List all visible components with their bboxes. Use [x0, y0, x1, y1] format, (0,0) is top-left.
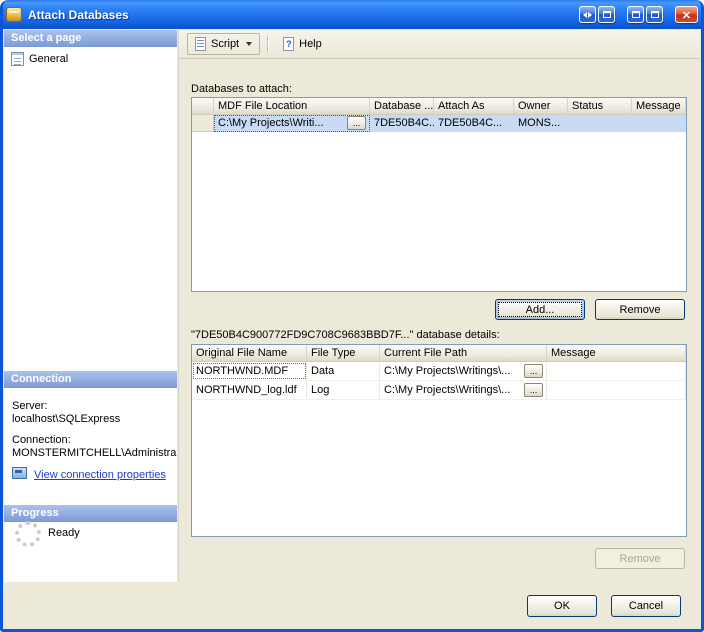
window-title: Attach Databases	[28, 7, 129, 22]
databases-to-attach-label: Databases to attach:	[191, 83, 292, 95]
minimize-icon[interactable]	[627, 6, 644, 23]
table-row[interactable]: NORTHWND_log.ldf Log C:\My Projects\Writ…	[192, 381, 686, 400]
column-header-message: Message	[632, 98, 686, 114]
connection-properties-icon	[12, 467, 27, 479]
column-header-selector	[192, 98, 214, 114]
add-button[interactable]: Add...	[495, 299, 585, 320]
cell-original-file-name[interactable]: NORTHWND_log.ldf	[192, 381, 307, 399]
script-button[interactable]: Script	[187, 33, 261, 55]
connection-header: Connection	[4, 371, 177, 388]
column-header-owner: Owner	[514, 98, 568, 114]
view-connection-properties-link[interactable]: View connection properties	[34, 469, 166, 481]
cell-message	[547, 381, 686, 399]
cell-owner: MONS...	[518, 117, 561, 129]
cell-text: C:\My Projects\Writi...	[218, 117, 324, 129]
progress-header: Progress	[4, 505, 177, 522]
browse-button[interactable]: ...	[524, 364, 543, 378]
select-a-page-header: Select a page	[4, 30, 177, 47]
cell-file-type: Log	[307, 381, 380, 399]
server-label: Server:	[12, 400, 48, 412]
maximize-icon[interactable]	[646, 6, 663, 23]
cell-database: 7DE50B4C...	[374, 117, 434, 129]
script-label: Script	[211, 38, 240, 50]
chevron-down-icon	[246, 42, 253, 46]
cancel-button[interactable]: Cancel	[611, 595, 681, 617]
cell-text: C:\My Projects\Writings\...	[384, 384, 511, 396]
table-header-row: Original File Name File Type Current Fil…	[192, 345, 686, 362]
column-header-message: Message	[547, 345, 686, 361]
main-panel: Script Help Databases to attach: MDF Fil…	[178, 30, 700, 582]
row-selector[interactable]	[192, 115, 214, 132]
dock-window-icon[interactable]	[598, 6, 615, 23]
cell-message	[632, 115, 686, 132]
script-icon	[195, 37, 206, 51]
progress-spinner-icon	[15, 521, 41, 547]
help-icon	[283, 37, 295, 51]
progress-status: Ready	[48, 527, 80, 539]
ok-button[interactable]: OK	[527, 595, 597, 617]
browse-button[interactable]: ...	[347, 116, 366, 130]
details-remove-button[interactable]: Remove	[595, 548, 685, 569]
connection-label: Connection:	[12, 434, 71, 446]
databases-to-attach-table[interactable]: MDF File Location Database ... Attach As…	[191, 97, 687, 292]
float-window-icon[interactable]	[579, 6, 596, 23]
help-button[interactable]: Help	[275, 33, 330, 55]
column-header-status: Status	[568, 98, 632, 114]
toolbar-separator	[267, 35, 269, 53]
column-header-file-type: File Type	[307, 345, 380, 361]
window-controls	[579, 6, 698, 23]
toolbar: Script Help	[179, 30, 700, 59]
cell-current-file-path[interactable]: C:\My Projects\Writings\... ...	[380, 381, 547, 399]
column-header-database: Database ...	[370, 98, 434, 114]
sidebar-item-label: General	[29, 53, 69, 65]
database-details-label: "7DE50B4C900772FD9C708C9683BBD7F..." dat…	[191, 329, 500, 341]
attach-databases-dialog: Attach Databases Select a page General C…	[0, 0, 704, 632]
page-properties-icon	[11, 52, 24, 66]
column-header-attach-as: Attach As	[434, 98, 514, 114]
cell-original-file-name[interactable]: NORTHWND.MDF	[192, 362, 307, 380]
cell-status	[568, 115, 632, 132]
sidebar-item-general[interactable]: General	[11, 52, 68, 66]
help-label: Help	[299, 38, 322, 50]
close-icon[interactable]	[675, 6, 698, 23]
column-header-original-file-name: Original File Name	[192, 345, 307, 361]
cell-text: C:\My Projects\Writings\...	[384, 365, 511, 377]
cell-mdf-file-location[interactable]: C:\My Projects\Writi... ...	[214, 115, 370, 132]
cell-message	[547, 362, 686, 380]
server-value: localhost\SQLExpress	[12, 413, 121, 425]
database-details-table[interactable]: Original File Name File Type Current Fil…	[191, 344, 687, 537]
attach-database-icon	[6, 7, 22, 22]
sidebar: Select a page General Connection Server:…	[4, 30, 177, 582]
connection-value: MONSTERMITCHELL\Administra	[12, 447, 177, 459]
remove-button[interactable]: Remove	[595, 299, 685, 320]
cell-current-file-path[interactable]: C:\My Projects\Writings\... ...	[380, 362, 547, 380]
table-header-row: MDF File Location Database ... Attach As…	[192, 98, 686, 115]
table-row[interactable]: NORTHWND.MDF Data C:\My Projects\Writing…	[192, 362, 686, 381]
cell-attach-as: 7DE50B4C...	[438, 117, 503, 129]
titlebar[interactable]: Attach Databases	[3, 0, 701, 29]
table-row[interactable]: C:\My Projects\Writi... ... 7DE50B4C... …	[192, 115, 686, 132]
column-header-mdf-file-location: MDF File Location	[214, 98, 370, 114]
column-header-current-file-path: Current File Path	[380, 345, 547, 361]
browse-button[interactable]: ...	[524, 383, 543, 397]
cell-file-type: Data	[307, 362, 380, 380]
